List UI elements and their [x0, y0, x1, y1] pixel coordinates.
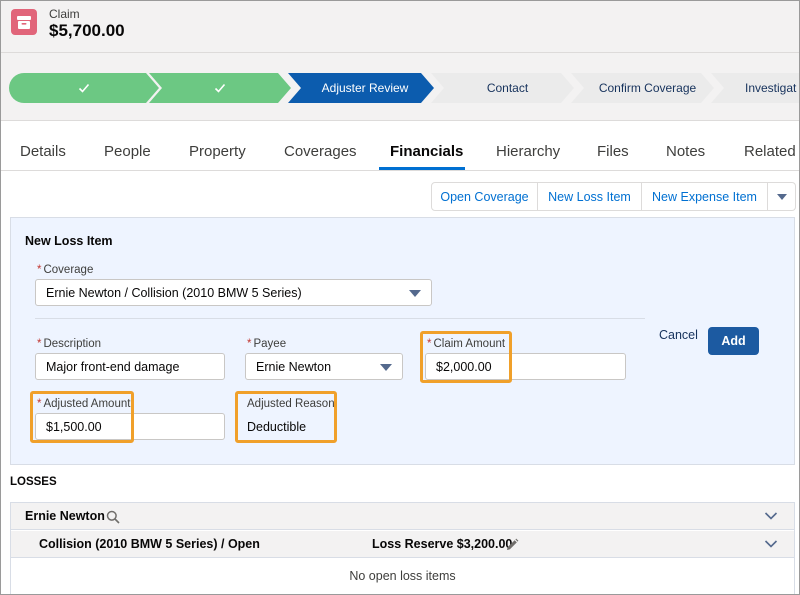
- chevron-down-icon: [776, 193, 787, 200]
- path-step-confirm-coverage[interactable]: Confirm Coverage: [571, 73, 714, 103]
- new-loss-item-button[interactable]: New Loss Item: [538, 182, 642, 211]
- record-tabs: Details People Property Coverages Financ…: [1, 129, 799, 171]
- check-icon: [78, 83, 90, 93]
- path-step-current[interactable]: Adjuster Review: [288, 73, 434, 103]
- tab-hierarchy[interactable]: Hierarchy: [496, 143, 560, 160]
- tab-related[interactable]: Related: [744, 143, 796, 160]
- path-step-label: Confirm Coverage: [598, 81, 697, 95]
- description-field[interactable]: Major front-end damage: [35, 353, 225, 380]
- chevron-down-icon[interactable]: [764, 511, 778, 521]
- open-coverage-button[interactable]: Open Coverage: [431, 182, 538, 211]
- payee-select[interactable]: Ernie Newton: [245, 353, 403, 380]
- panel-title: New Loss Item: [25, 234, 113, 248]
- loss-reserve: Loss Reserve $3,200.00: [372, 537, 513, 551]
- add-button[interactable]: Add: [708, 327, 759, 355]
- payee-group-row[interactable]: Ernie Newton: [11, 503, 794, 530]
- app-frame: Claim $5,700.00 Adjuster Review Contact: [0, 0, 800, 595]
- payee-label: * Payee: [247, 338, 287, 350]
- form-divider: [35, 318, 645, 319]
- search-icon[interactable]: [106, 510, 120, 524]
- path-step-complete-1[interactable]: [9, 73, 159, 103]
- record-title: $5,700.00: [49, 21, 125, 40]
- description-label: * Description: [37, 338, 102, 350]
- action-button-group: Open Coverage New Loss Item New Expense …: [431, 182, 796, 211]
- tab-people[interactable]: People: [104, 143, 151, 160]
- dropdown-caret-icon: [380, 364, 392, 371]
- object-label: Claim: [49, 7, 80, 21]
- record-header: Claim $5,700.00: [1, 1, 799, 53]
- tab-files[interactable]: Files: [597, 143, 629, 160]
- archive-icon: [11, 9, 37, 35]
- coverage-select[interactable]: Ernie Newton / Collision (2010 BMW 5 Ser…: [35, 279, 432, 306]
- tab-coverages[interactable]: Coverages: [284, 143, 357, 160]
- path-step-contact[interactable]: Contact: [431, 73, 574, 103]
- active-tab-indicator: [379, 167, 465, 170]
- path-area: Adjuster Review Contact Confirm Coverage…: [1, 53, 799, 121]
- new-expense-item-button[interactable]: New Expense Item: [642, 182, 768, 211]
- cancel-button[interactable]: Cancel: [659, 328, 698, 342]
- pencil-icon[interactable]: [505, 538, 519, 552]
- path-step-label: Adjuster Review: [321, 81, 409, 95]
- tab-financials[interactable]: Financials: [390, 143, 463, 160]
- coverage-label: * Coverage: [37, 264, 94, 276]
- path-step-label: Contact: [486, 81, 529, 95]
- new-loss-item-panel: New Loss Item * Coverage Ernie Newton / C…: [10, 217, 795, 465]
- sales-path: Adjuster Review Contact Confirm Coverage…: [9, 73, 799, 103]
- coverage-line: Collision (2010 BMW 5 Series) / Open: [39, 537, 260, 551]
- dropdown-caret-icon: [409, 290, 421, 297]
- path-step-complete-2[interactable]: [149, 73, 291, 103]
- chevron-down-icon[interactable]: [764, 539, 778, 549]
- claim-amount-highlight: [420, 331, 512, 383]
- tab-property[interactable]: Property: [189, 143, 246, 160]
- losses-section-title: LOSSES: [10, 476, 57, 488]
- tab-notes[interactable]: Notes: [666, 143, 705, 160]
- check-icon: [214, 83, 226, 93]
- adjusted-reason-highlight: [235, 391, 337, 443]
- tab-details[interactable]: Details: [20, 143, 66, 160]
- more-actions-button[interactable]: [768, 182, 796, 211]
- coverage-group-row[interactable]: Collision (2010 BMW 5 Series) / Open Los…: [11, 531, 794, 558]
- required-mark: *: [37, 264, 42, 276]
- payee-name: Ernie Newton: [25, 509, 105, 523]
- path-step-investigate[interactable]: Investigat: [711, 73, 799, 103]
- losses-list: Ernie Newton Collision (2010 BMW 5 Serie…: [10, 502, 795, 594]
- empty-state-message: No open loss items: [349, 569, 456, 583]
- path-step-label: Investigat: [745, 81, 797, 95]
- adjusted-amount-highlight: [30, 391, 134, 443]
